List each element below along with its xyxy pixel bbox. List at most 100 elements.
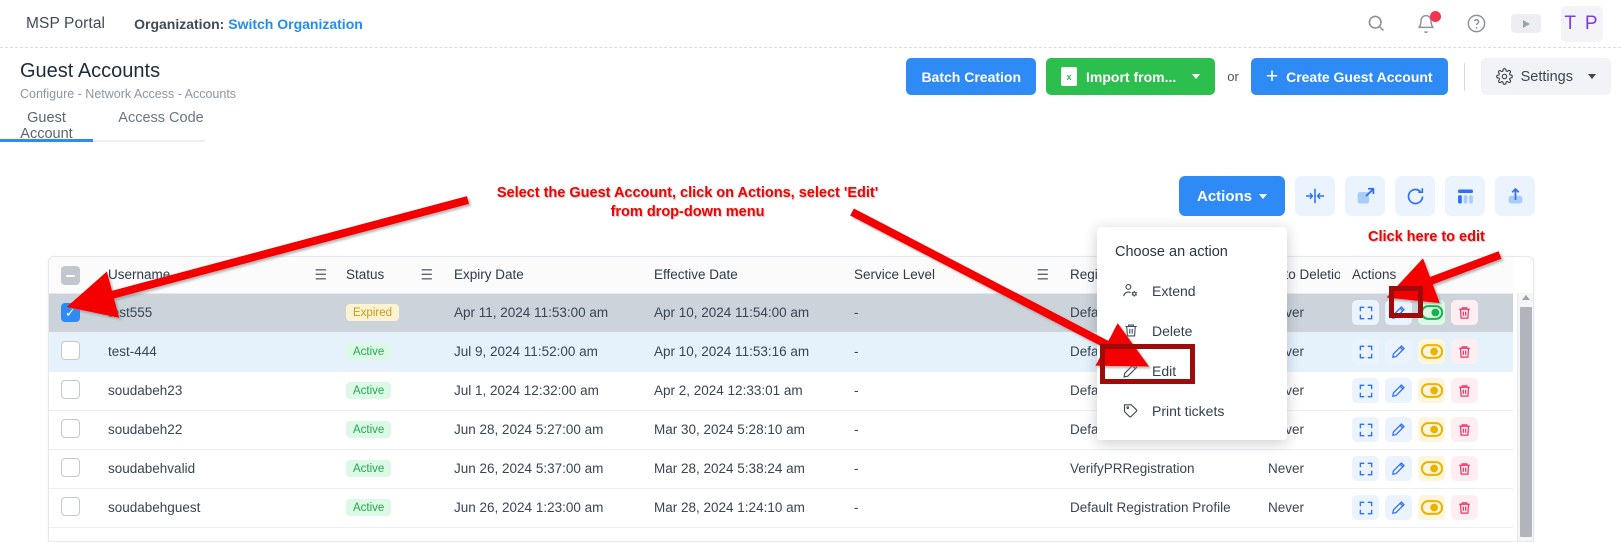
- row-checkbox[interactable]: [61, 458, 80, 477]
- cell-expiry-date: Jun 26, 2024 5:37:00 am: [442, 449, 642, 488]
- help-icon[interactable]: [1461, 9, 1491, 39]
- import-from-button[interactable]: x Import from...: [1046, 58, 1215, 95]
- batch-creation-button[interactable]: Batch Creation: [906, 58, 1036, 95]
- row-select-cell[interactable]: [49, 488, 96, 527]
- search-icon[interactable]: [1361, 9, 1391, 39]
- cell-service-level: -: [842, 293, 1058, 332]
- guest-accounts-table-card: Username ☰ Status ☰ Expiry Date Effectiv…: [48, 256, 1534, 542]
- column-header-username[interactable]: Username ☰: [96, 257, 336, 293]
- status-toggle[interactable]: [1418, 339, 1445, 364]
- popout-icon[interactable]: [1345, 176, 1385, 216]
- delete-icon[interactable]: [1451, 456, 1478, 481]
- cell-service-level: -: [842, 371, 1058, 410]
- expand-icon[interactable]: [1352, 495, 1379, 520]
- cell-status: Expired: [336, 293, 442, 332]
- edit-icon[interactable]: [1385, 456, 1412, 481]
- delete-icon[interactable]: [1451, 417, 1478, 442]
- cell-expiry-date: Jun 26, 2024 1:23:00 am: [442, 488, 642, 527]
- column-menu-icon[interactable]: ☰: [314, 266, 327, 283]
- status-badge: Active: [346, 343, 391, 360]
- cell-status: Active: [336, 449, 442, 488]
- row-checkbox[interactable]: [61, 497, 80, 516]
- create-guest-account-button[interactable]: + Create Guest Account: [1251, 58, 1448, 95]
- column-label-service-level: Service Level: [854, 267, 935, 282]
- table-row[interactable]: ✓test555ExpiredApr 11, 2024 11:53:00 amA…: [49, 293, 1513, 332]
- expand-icon[interactable]: [1352, 456, 1379, 481]
- row-select-cell[interactable]: [49, 371, 96, 410]
- cell-status: Active: [336, 371, 442, 410]
- actions-dropdown-button[interactable]: Actions: [1179, 176, 1285, 216]
- status-toggle[interactable]: [1418, 417, 1445, 442]
- tab-access-code[interactable]: Access Code: [118, 110, 204, 135]
- notifications-button[interactable]: [1411, 9, 1441, 39]
- table-row[interactable]: soudabeh23ActiveJul 1, 2024 12:32:00 amA…: [49, 371, 1513, 410]
- column-label-expiry-date: Expiry Date: [454, 267, 524, 282]
- column-header-service-level[interactable]: Service Level ☰: [842, 257, 1058, 293]
- user-settings-icon: [1122, 282, 1139, 299]
- cell-expiry-date: Apr 11, 2024 11:53:00 am: [442, 293, 642, 332]
- delete-icon[interactable]: [1451, 339, 1478, 364]
- cell-status: Active: [336, 332, 442, 371]
- status-toggle[interactable]: [1418, 456, 1445, 481]
- organization-label: Organization:: [134, 16, 224, 32]
- edit-icon[interactable]: [1385, 339, 1412, 364]
- expand-icon[interactable]: [1352, 339, 1379, 364]
- expand-icon[interactable]: [1352, 378, 1379, 403]
- delete-icon[interactable]: [1451, 495, 1478, 520]
- scroll-up-arrow[interactable]: [1522, 295, 1530, 300]
- status-toggle[interactable]: [1418, 378, 1445, 403]
- dropdown-item-print-tickets[interactable]: Print tickets: [1097, 391, 1287, 430]
- collapse-columns-icon[interactable]: [1295, 176, 1335, 216]
- tab-guest-account[interactable]: Guest Account: [0, 110, 93, 151]
- table-row[interactable]: soudabehguestActiveJun 26, 2024 1:23:00 …: [49, 488, 1513, 527]
- edit-icon[interactable]: [1385, 417, 1412, 442]
- table-header: Username ☰ Status ☰ Expiry Date Effectiv…: [49, 257, 1513, 293]
- table-header-row: Username ☰ Status ☰ Expiry Date Effectiv…: [49, 257, 1513, 293]
- play-icon[interactable]: [1511, 14, 1541, 33]
- row-select-cell[interactable]: [49, 332, 96, 371]
- row-checkbox[interactable]: [61, 341, 80, 360]
- chevron-down-icon: [1259, 194, 1267, 199]
- row-checkbox[interactable]: [61, 380, 80, 399]
- column-header-status[interactable]: Status ☰: [336, 257, 442, 293]
- actions-dropdown-menu: Choose an action Extend Delete: [1097, 227, 1287, 440]
- row-checkbox[interactable]: ✓: [61, 303, 80, 322]
- cell-actions: [1340, 332, 1513, 371]
- column-label-actions: Actions: [1352, 267, 1396, 282]
- row-select-cell[interactable]: ✓: [49, 293, 96, 332]
- table-row[interactable]: soudabeh22ActiveJun 28, 2024 5:27:00 amM…: [49, 410, 1513, 449]
- expand-icon[interactable]: [1352, 417, 1379, 442]
- delete-icon[interactable]: [1451, 300, 1478, 325]
- actions-label: Actions: [1197, 188, 1252, 205]
- expand-icon[interactable]: [1352, 300, 1379, 325]
- table-scrollbar[interactable]: [1517, 293, 1533, 541]
- page-header: Guest Accounts Configure - Network Acces…: [0, 49, 1621, 107]
- column-header-expiry-date[interactable]: Expiry Date: [442, 257, 642, 293]
- table-row[interactable]: soudabehvalidActiveJun 26, 2024 5:37:00 …: [49, 449, 1513, 488]
- select-all-checkbox[interactable]: [61, 266, 80, 285]
- status-badge: Active: [346, 421, 391, 438]
- cell-username: soudabeh23: [96, 371, 336, 410]
- edit-icon[interactable]: [1385, 378, 1412, 403]
- table-row[interactable]: test-444ActiveJul 9, 2024 11:52:00 amApr…: [49, 332, 1513, 371]
- column-menu-icon[interactable]: ☰: [1036, 266, 1049, 283]
- delete-icon[interactable]: [1451, 378, 1478, 403]
- refresh-icon[interactable]: [1395, 176, 1435, 216]
- column-menu-icon[interactable]: ☰: [420, 266, 433, 283]
- column-header-effective-date[interactable]: Effective Date: [642, 257, 842, 293]
- cell-actions: [1340, 293, 1513, 332]
- or-separator-label: or: [1225, 69, 1241, 84]
- avatar[interactable]: T P: [1561, 6, 1603, 42]
- dropdown-item-extend[interactable]: Extend: [1097, 271, 1287, 310]
- row-checkbox[interactable]: [61, 419, 80, 438]
- status-toggle[interactable]: [1418, 495, 1445, 520]
- status-badge: Active: [346, 382, 391, 399]
- switch-organization-link[interactable]: Switch Organization: [228, 16, 363, 32]
- scrollbar-thumb[interactable]: [1520, 307, 1532, 537]
- settings-button[interactable]: Settings: [1481, 58, 1611, 95]
- upload-icon[interactable]: [1495, 176, 1535, 216]
- row-select-cell[interactable]: [49, 449, 96, 488]
- edit-icon[interactable]: [1385, 495, 1412, 520]
- row-select-cell[interactable]: [49, 410, 96, 449]
- columns-icon[interactable]: [1445, 176, 1485, 216]
